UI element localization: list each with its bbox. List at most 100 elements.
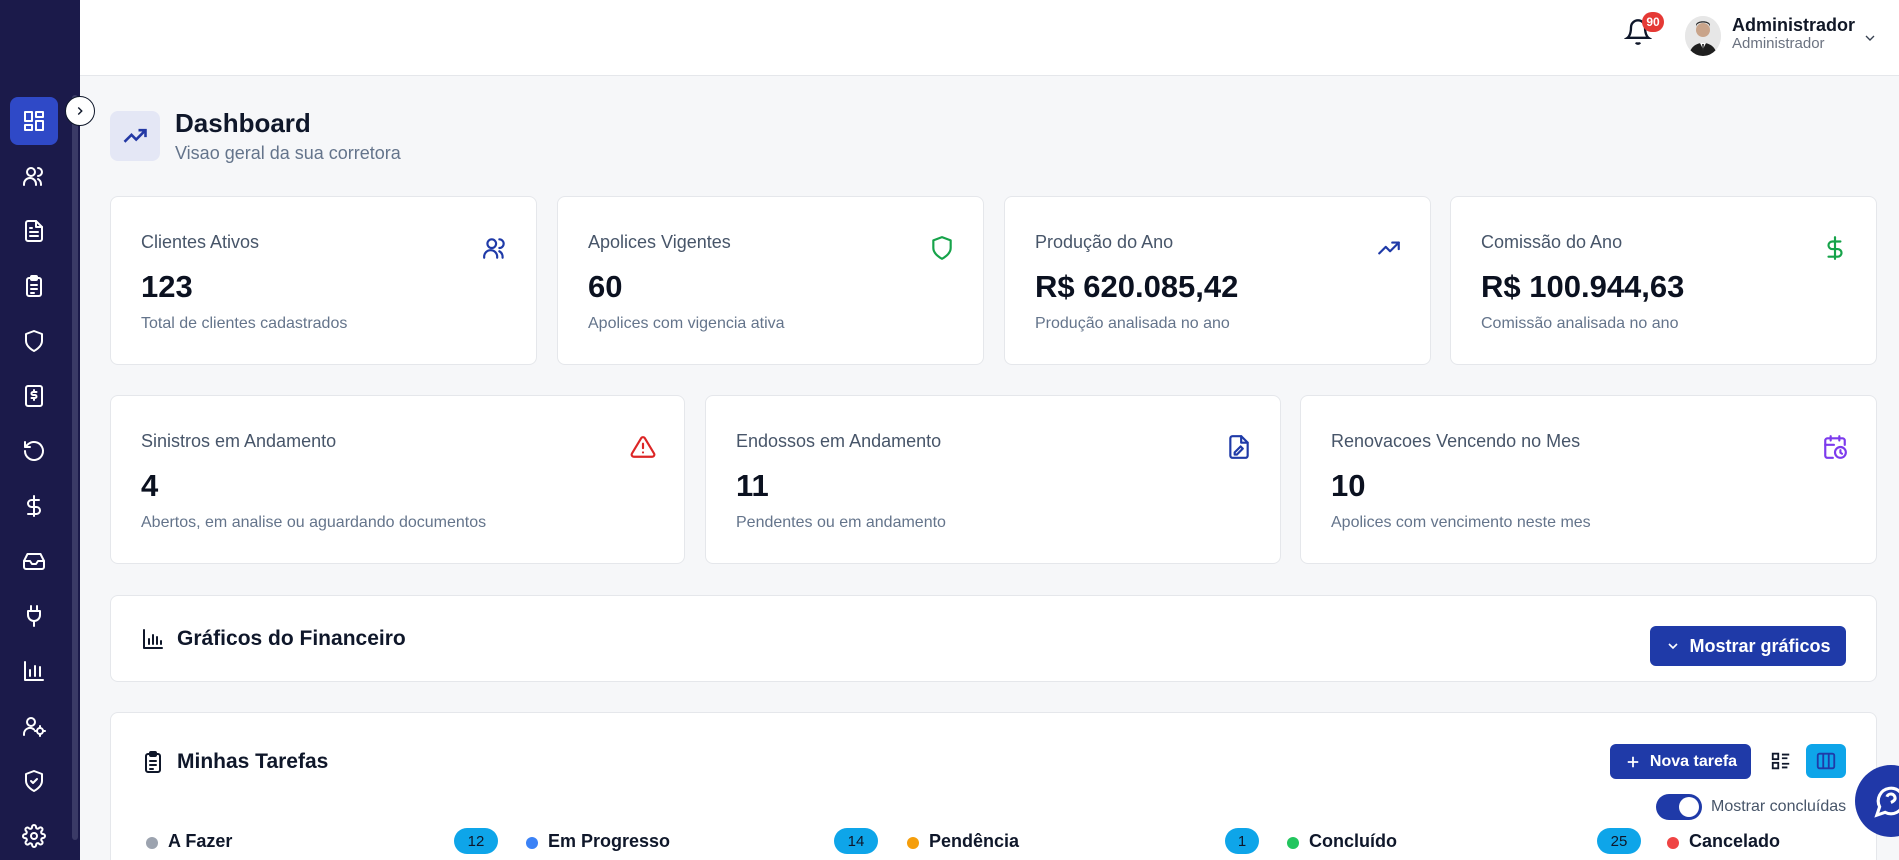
task-column-cancelled: Cancelado bbox=[1667, 831, 1867, 855]
stat-card-active-clients[interactable]: Clientes Ativos 123 Total de clientes ca… bbox=[110, 196, 537, 365]
sidebar-item-finance[interactable] bbox=[10, 482, 58, 530]
file-edit-icon bbox=[1226, 434, 1252, 460]
show-charts-label: Mostrar gráficos bbox=[1689, 635, 1831, 656]
column-count-badge: 1 bbox=[1225, 828, 1259, 854]
stat-desc: Apolices com vencimento neste mes bbox=[1331, 514, 1591, 531]
stat-label: Produção do Ano bbox=[1035, 232, 1174, 252]
layout-dashboard-icon bbox=[24, 111, 44, 131]
stat-value: R$ 620.085,42 bbox=[1035, 269, 1239, 304]
stat-card-endorsements[interactable]: Endossos em Andamento 11 Pendentes ou em… bbox=[705, 395, 1281, 564]
chevron-right-icon bbox=[77, 107, 83, 115]
column-name: A Fazer bbox=[168, 831, 233, 851]
avatar[interactable] bbox=[1685, 16, 1721, 56]
sidebar-item-policies[interactable] bbox=[10, 317, 58, 365]
file-text-icon bbox=[25, 220, 43, 242]
column-name: Cancelado bbox=[1689, 831, 1781, 851]
stat-card-claims[interactable]: Sinistros em Andamento 4 Abertos, em ana… bbox=[110, 395, 685, 564]
status-dot bbox=[1287, 837, 1299, 849]
stat-desc: Abertos, em analise ou aguardando docume… bbox=[141, 514, 487, 531]
users-icon bbox=[482, 235, 508, 261]
alert-triangle-icon bbox=[630, 434, 656, 460]
clipboard-list-icon bbox=[141, 750, 165, 774]
column-count-badge: 14 bbox=[834, 828, 878, 854]
plus-icon bbox=[1627, 756, 1639, 767]
status-dot bbox=[907, 837, 919, 849]
notifications-button[interactable]: 90 bbox=[1623, 12, 1664, 50]
task-column-done: Concluído 25 bbox=[1287, 828, 1647, 855]
sidebar-item-documents[interactable] bbox=[10, 207, 58, 255]
stat-desc: Apolices com vigencia ativa bbox=[588, 315, 785, 332]
stat-label: Apolices Vigentes bbox=[588, 232, 731, 252]
clipboard-list-icon bbox=[26, 275, 42, 297]
calendar-clock-icon bbox=[1822, 434, 1848, 460]
stat-value: 11 bbox=[736, 468, 769, 503]
column-name: Concluído bbox=[1309, 831, 1397, 851]
sidebar-item-integrations[interactable] bbox=[10, 592, 58, 640]
show-completed-toggle[interactable] bbox=[1656, 794, 1702, 820]
trending-up-icon bbox=[123, 128, 147, 143]
stat-card-active-policies[interactable]: Apolices Vigentes 60 Apolices com vigenc… bbox=[557, 196, 984, 365]
toggle-knob bbox=[1679, 797, 1699, 817]
stat-label: Sinistros em Andamento bbox=[141, 431, 337, 451]
dollar-icon bbox=[1822, 235, 1848, 261]
list-view-button[interactable] bbox=[1761, 744, 1801, 778]
shield-check-icon bbox=[25, 770, 43, 792]
stat-value: R$ 100.944,63 bbox=[1481, 269, 1685, 304]
stat-card-year-production[interactable]: Produção do Ano R$ 620.085,42 Produção a… bbox=[1004, 196, 1431, 365]
sidebar bbox=[0, 0, 80, 860]
sidebar-item-reports[interactable] bbox=[10, 647, 58, 695]
stat-label: Renovacoes Vencendo no Mes bbox=[1331, 431, 1581, 451]
column-name: Pendência bbox=[929, 831, 1020, 851]
page-title: Dashboard bbox=[175, 108, 311, 138]
show-completed-label: Mostrar concluídas bbox=[1711, 798, 1847, 815]
column-count-badge: 12 bbox=[454, 828, 498, 854]
bar-chart-icon bbox=[24, 661, 44, 681]
stat-value: 10 bbox=[1331, 468, 1366, 503]
page-subtitle: Visao geral da sua corretora bbox=[175, 143, 401, 163]
task-column-todo: A Fazer 12 bbox=[146, 828, 506, 855]
plug-icon bbox=[27, 605, 41, 627]
chevron-down-icon bbox=[1865, 35, 1875, 41]
new-task-button[interactable]: Nova tarefa bbox=[1610, 744, 1751, 779]
sidebar-item-inbox[interactable] bbox=[10, 537, 58, 585]
sidebar-item-dashboard[interactable] bbox=[10, 97, 58, 145]
tasks-panel-title: Minhas Tarefas bbox=[177, 750, 329, 773]
dashboard-title-icon bbox=[110, 111, 160, 161]
sidebar-item-tasks[interactable] bbox=[10, 262, 58, 310]
sidebar-item-billing[interactable] bbox=[10, 372, 58, 420]
sidebar-item-clients[interactable] bbox=[10, 152, 58, 200]
stat-value: 4 bbox=[141, 468, 159, 503]
sidebar-scrollbar[interactable] bbox=[72, 95, 78, 840]
user-name[interactable]: Administrador bbox=[1732, 15, 1855, 36]
stat-label: Endossos em Andamento bbox=[736, 431, 942, 451]
stat-card-year-commission[interactable]: Comissão do Ano R$ 100.944,63 Comissão a… bbox=[1450, 196, 1877, 365]
new-task-label: Nova tarefa bbox=[1649, 752, 1738, 770]
receipt-icon bbox=[25, 385, 43, 407]
stat-label: Comissão do Ano bbox=[1481, 232, 1623, 252]
inbox-icon bbox=[23, 553, 45, 570]
rotate-ccw-icon bbox=[24, 441, 44, 461]
user-avatar-icon bbox=[1685, 16, 1721, 56]
status-dot bbox=[526, 837, 538, 849]
stat-card-renewals[interactable]: Renovacoes Vencendo no Mes 10 Apolices c… bbox=[1300, 395, 1877, 564]
kanban-view-button[interactable] bbox=[1806, 744, 1846, 778]
sidebar-item-renewals[interactable] bbox=[10, 427, 58, 475]
stat-label: Clientes Ativos bbox=[141, 232, 260, 252]
column-count-badge: 25 bbox=[1597, 828, 1641, 854]
status-dot bbox=[146, 837, 158, 849]
user-menu-toggle[interactable] bbox=[1862, 30, 1878, 46]
sidebar-item-settings[interactable] bbox=[10, 812, 58, 860]
columns-icon bbox=[1816, 752, 1836, 770]
shield-icon bbox=[929, 235, 955, 261]
users-icon bbox=[23, 167, 43, 186]
stat-desc: Total de clientes cadastrados bbox=[141, 315, 348, 332]
show-charts-button[interactable]: Mostrar gráficos bbox=[1650, 626, 1846, 666]
list-view-icon bbox=[1771, 752, 1790, 770]
chevron-down-icon bbox=[1668, 643, 1679, 650]
shield-icon bbox=[25, 330, 43, 352]
trending-up-icon bbox=[1376, 235, 1402, 261]
sidebar-toggle-button[interactable] bbox=[65, 96, 95, 126]
sidebar-item-user-settings[interactable] bbox=[10, 702, 58, 750]
sidebar-item-security[interactable] bbox=[10, 757, 58, 805]
task-column-in-progress: Em Progresso 14 bbox=[526, 828, 886, 855]
